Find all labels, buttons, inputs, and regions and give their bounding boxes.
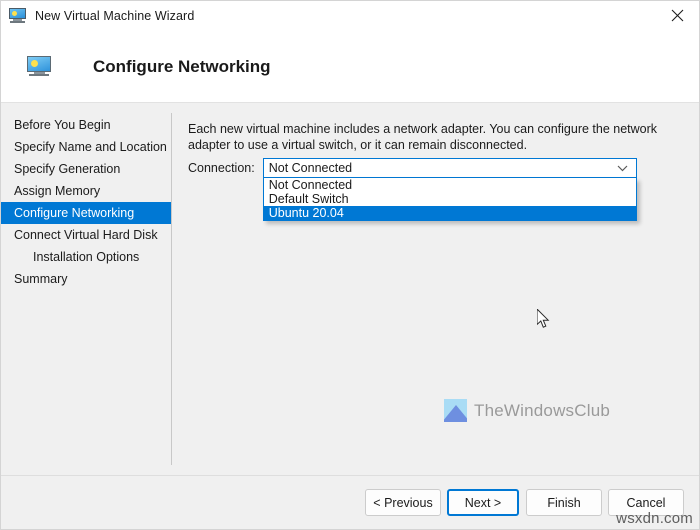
dropdown-option-default-switch[interactable]: Default Switch	[264, 192, 636, 206]
new-virtual-machine-wizard-window: New Virtual Machine Wizard Configure Net…	[0, 0, 700, 530]
mountain-logo-icon	[444, 399, 467, 422]
sidebar-item-specify-generation[interactable]: Specify Generation	[0, 158, 172, 180]
sidebar-item-connect-virtual-hard-disk[interactable]: Connect Virtual Hard Disk	[0, 224, 172, 246]
dropdown-option-ubuntu-20-04[interactable]: Ubuntu 20.04	[264, 206, 636, 220]
connection-dropdown-list[interactable]: Not Connected Default Switch Ubuntu 20.0…	[263, 178, 637, 221]
connection-row: Connection: Not Connected Not Connected …	[188, 158, 637, 178]
wizard-footer: < Previous Next > Finish Cancel wsxdn.co…	[0, 475, 700, 530]
finish-button[interactable]: Finish	[526, 489, 602, 516]
sidebar-item-assign-memory[interactable]: Assign Memory	[0, 180, 172, 202]
thewindowsclub-watermark: TheWindowsClub	[444, 399, 610, 422]
chevron-down-icon[interactable]	[617, 165, 636, 172]
connection-selected-value: Not Connected	[264, 159, 352, 177]
sidebar-item-label: Specify Name and Location	[0, 140, 167, 154]
sidebar-item-installation-options[interactable]: Installation Options	[0, 246, 172, 268]
sidebar-item-label: Configure Networking	[0, 206, 134, 220]
dropdown-option-not-connected[interactable]: Not Connected	[264, 178, 636, 192]
main-panel: Each new virtual machine includes a netw…	[172, 103, 700, 475]
sidebar-item-label: Specify Generation	[0, 162, 120, 176]
connection-combobox[interactable]: Not Connected	[263, 158, 637, 178]
watermark-text: TheWindowsClub	[474, 401, 610, 421]
sidebar-item-label: Installation Options	[0, 250, 139, 264]
sidebar-item-before-you-begin[interactable]: Before You Begin	[0, 114, 172, 136]
page-header: Configure Networking	[0, 31, 700, 103]
description-text: Each new virtual machine includes a netw…	[188, 121, 680, 153]
virtual-machine-monitor-icon	[27, 56, 51, 77]
sidebar-item-specify-name-and-location[interactable]: Specify Name and Location	[0, 136, 172, 158]
connection-label: Connection:	[188, 158, 255, 178]
next-button[interactable]: Next >	[447, 489, 519, 516]
title-bar: New Virtual Machine Wizard	[0, 0, 700, 31]
sidebar-item-summary[interactable]: Summary	[0, 268, 172, 290]
connection-combobox-wrap: Not Connected Not Connected Default Swit…	[263, 158, 637, 178]
wizard-body: Before You Begin Specify Name and Locati…	[0, 103, 700, 475]
source-watermark: wsxdn.com	[616, 510, 693, 527]
mouse-cursor	[537, 309, 551, 330]
page-title: Configure Networking	[93, 57, 271, 77]
sidebar-item-label: Assign Memory	[0, 184, 100, 198]
sidebar-item-label: Before You Begin	[0, 118, 111, 132]
previous-button[interactable]: < Previous	[365, 489, 441, 516]
virtual-machine-monitor-icon	[9, 8, 26, 23]
wizard-steps-sidebar: Before You Begin Specify Name and Locati…	[0, 103, 172, 475]
sidebar-item-configure-networking[interactable]: Configure Networking	[0, 202, 172, 224]
close-icon[interactable]	[654, 0, 700, 31]
window-title: New Virtual Machine Wizard	[35, 9, 194, 23]
sidebar-item-label: Summary	[0, 272, 67, 286]
sidebar-item-label: Connect Virtual Hard Disk	[0, 228, 158, 242]
